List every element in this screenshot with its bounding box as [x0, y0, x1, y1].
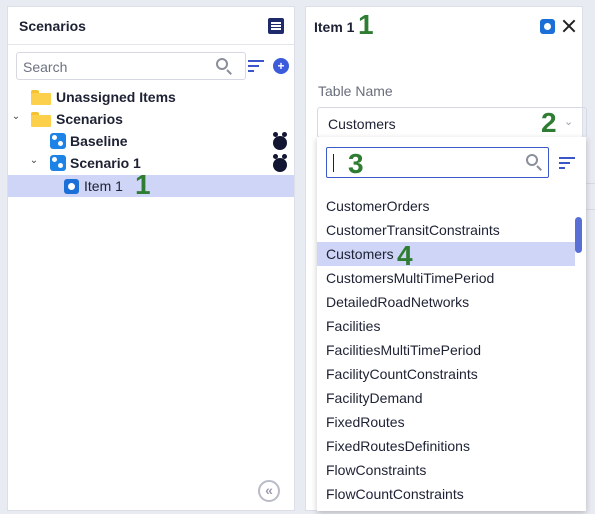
dropdown-option[interactable]: FacilityDemand — [317, 386, 575, 410]
dropdown-option[interactable]: FacilitiesMultiTimePeriod — [317, 338, 575, 362]
scrollbar-thumb[interactable] — [575, 217, 582, 253]
chevron-down-icon[interactable]: ⌄ — [29, 156, 39, 166]
annotation-step-3: 3 — [348, 148, 364, 179]
item-icon — [64, 179, 79, 194]
scenarios-title: Scenarios — [19, 18, 86, 34]
dropdown-options-list: CustomerOrders CustomerTransitConstraint… — [317, 194, 575, 506]
scenario-icon — [50, 155, 66, 171]
sort-icon[interactable] — [559, 157, 575, 169]
search-icon[interactable] — [525, 153, 543, 171]
dropdown-option[interactable]: FixedRoutes — [317, 410, 575, 434]
dropdown-option[interactable]: FacilityCountConstraints — [317, 362, 575, 386]
scenarios-search-input[interactable] — [23, 58, 203, 76]
tree-item-label: Baseline — [70, 133, 128, 149]
scenario-icon — [50, 133, 66, 149]
dropdown-option[interactable]: CustomerTransitConstraints — [317, 218, 575, 242]
status-icon — [273, 154, 287, 172]
tree-item-scenarios[interactable]: ⌄ Scenarios — [8, 108, 294, 130]
dropdown-option[interactable]: DetailedRoadNetworks — [317, 290, 575, 314]
tree-item-label: Unassigned Items — [56, 89, 176, 105]
text-cursor — [333, 154, 334, 172]
dropdown-option[interactable]: FlowCountConstraints — [317, 482, 575, 506]
scenarios-panel: Scenarios + Unassigned Items ⌄ Scenarios… — [7, 6, 295, 511]
tree-item-label: Scenario 1 — [70, 155, 141, 171]
dropdown-option[interactable]: CustomersMultiTimePeriod — [317, 266, 575, 290]
scenarios-search-box[interactable] — [16, 52, 246, 80]
dropdown-option-selected[interactable]: Customers — [317, 242, 575, 266]
chevron-down-icon[interactable]: ⌄ — [564, 115, 573, 128]
dropdown-option[interactable]: FixedRoutesDefinitions — [317, 434, 575, 458]
folder-icon — [31, 90, 51, 105]
annotation-step-1-tree: 1 — [135, 169, 151, 200]
annotation-step-1-title: 1 — [358, 9, 374, 40]
background-divider — [586, 209, 595, 210]
dropdown-option[interactable]: CustomerOrders — [317, 194, 575, 218]
scenarios-header: Scenarios — [8, 7, 294, 45]
tree-item-item-1[interactable]: Item 1 — [8, 175, 294, 197]
dropdown-option[interactable]: FlowConstraints — [317, 458, 575, 482]
collapse-panel-button[interactable]: « — [258, 480, 280, 502]
table-name-value: Customers — [328, 116, 396, 132]
tree-item-label: Scenarios — [56, 111, 123, 127]
item-icon — [540, 19, 555, 34]
annotation-step-4: 4 — [397, 240, 413, 271]
close-icon[interactable] — [560, 17, 578, 35]
table-name-dropdown: CustomerOrders CustomerTransitConstraint… — [317, 137, 586, 511]
tree-item-unassigned[interactable]: Unassigned Items — [8, 86, 294, 108]
tree-item-baseline[interactable]: Baseline — [8, 130, 294, 152]
chevron-down-icon[interactable]: ⌄ — [11, 112, 21, 122]
dropdown-search-input[interactable] — [337, 154, 517, 172]
table-name-label: Table Name — [318, 83, 393, 99]
item-title: Item 1 — [314, 19, 355, 35]
annotation-step-2: 2 — [541, 107, 557, 138]
search-icon[interactable] — [215, 57, 233, 75]
dropdown-option[interactable]: Facilities — [317, 314, 575, 338]
background-divider — [586, 183, 595, 184]
status-icon — [273, 132, 287, 150]
add-scenario-icon[interactable]: + — [273, 58, 289, 74]
dropdown-scrollbar[interactable] — [575, 187, 582, 507]
tree-item-scenario-1[interactable]: ⌄ Scenario 1 — [8, 152, 294, 174]
list-view-icon[interactable] — [268, 18, 284, 34]
folder-icon — [31, 112, 51, 127]
sort-icon[interactable] — [248, 60, 264, 72]
tree-item-label: Item 1 — [84, 178, 123, 194]
